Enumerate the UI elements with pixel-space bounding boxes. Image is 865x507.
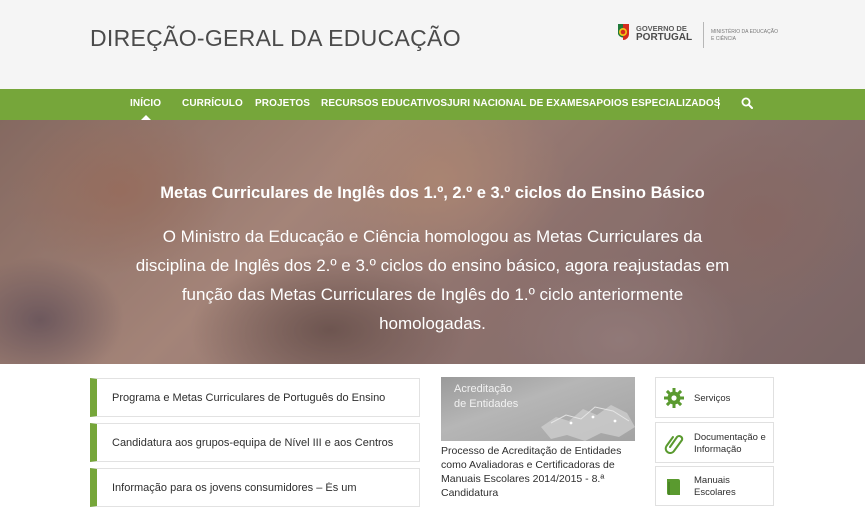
nav-item-inicio[interactable]: INÍCIO (130, 89, 161, 120)
hero-title[interactable]: Metas Curriculares de Inglês dos 1.º, 2.… (0, 184, 865, 203)
side-link-manuais[interactable]: Manuais Escolares (655, 466, 774, 506)
news-item[interactable]: Informação para os jovens consumidores –… (90, 468, 420, 507)
main-navigation: INÍCIO CURRÍCULO PROJETOS RECURSOS EDUCA… (0, 89, 865, 120)
side-link-label: Serviços (694, 393, 731, 404)
site-title[interactable]: DIREÇÃO-GERAL DA EDUCAÇÃO (90, 25, 461, 52)
news-item-title: Programa e Metas Curriculares de Portugu… (112, 392, 386, 404)
news-item[interactable]: Candidatura aos grupos-equipa de Nível I… (90, 423, 420, 462)
gov-line-2: PORTUGAL (636, 32, 693, 43)
government-logo[interactable]: GOVERNO DE PORTUGAL MINISTÉRIO DA EDUCAÇ… (615, 22, 778, 50)
ministry-name: MINISTÉRIO DA EDUCAÇÃO E CIÊNCIA (711, 29, 778, 42)
nav-item-curriculo[interactable]: CURRÍCULO (182, 89, 243, 120)
map-graphic (541, 405, 635, 441)
news-item-title: Candidatura aos grupos-equipa de Nível I… (112, 437, 394, 449)
nav-separator (718, 97, 719, 109)
portugal-emblem-icon (618, 24, 629, 40)
book-icon (667, 479, 680, 495)
logo-divider (703, 22, 704, 48)
site-header: DIREÇÃO-GERAL DA EDUCAÇÃO GOVERNO DE POR… (0, 0, 865, 89)
gear-icon (664, 388, 684, 408)
news-item[interactable]: Programa e Metas Curriculares de Portugu… (90, 378, 420, 417)
hero-banner[interactable]: Metas Curriculares de Inglês dos 1.º, 2.… (0, 120, 865, 364)
search-icon[interactable] (741, 97, 753, 109)
nav-item-juri-nacional-de-exames[interactable]: JURI NACIONAL DE EXAMES (447, 89, 589, 120)
nav-item-apoios-especializados[interactable]: APOIOS ESPECIALIZADOS (589, 89, 721, 120)
nav-item-projetos[interactable]: PROJETOS (255, 89, 310, 120)
hero-text: O Ministro da Educação e Ciência homolog… (135, 227, 730, 333)
side-link-documentacao[interactable]: Documentação e Informação (655, 422, 774, 463)
side-link-label: Manuais Escolares (694, 475, 736, 498)
side-link-servicos[interactable]: Serviços (655, 377, 774, 418)
feature-image-label-line1: Acreditação (454, 383, 513, 395)
news-item-title: Informação para os jovens consumidores –… (112, 482, 357, 494)
feature-image-label: Acreditação de Entidades (454, 382, 518, 412)
paperclip-icon (664, 435, 684, 454)
feature-caption[interactable]: Processo de Acreditação de Entidades com… (441, 444, 635, 500)
government-name: GOVERNO DE PORTUGAL (636, 24, 693, 43)
side-link-label: Documentação e Informação (694, 432, 766, 455)
nav-item-recursos-educativos[interactable]: RECURSOS EDUCATIVOS (321, 89, 447, 120)
feature-image-label-line2: de Entidades (454, 398, 519, 410)
feature-image[interactable]: Acreditação de Entidades (441, 377, 635, 441)
